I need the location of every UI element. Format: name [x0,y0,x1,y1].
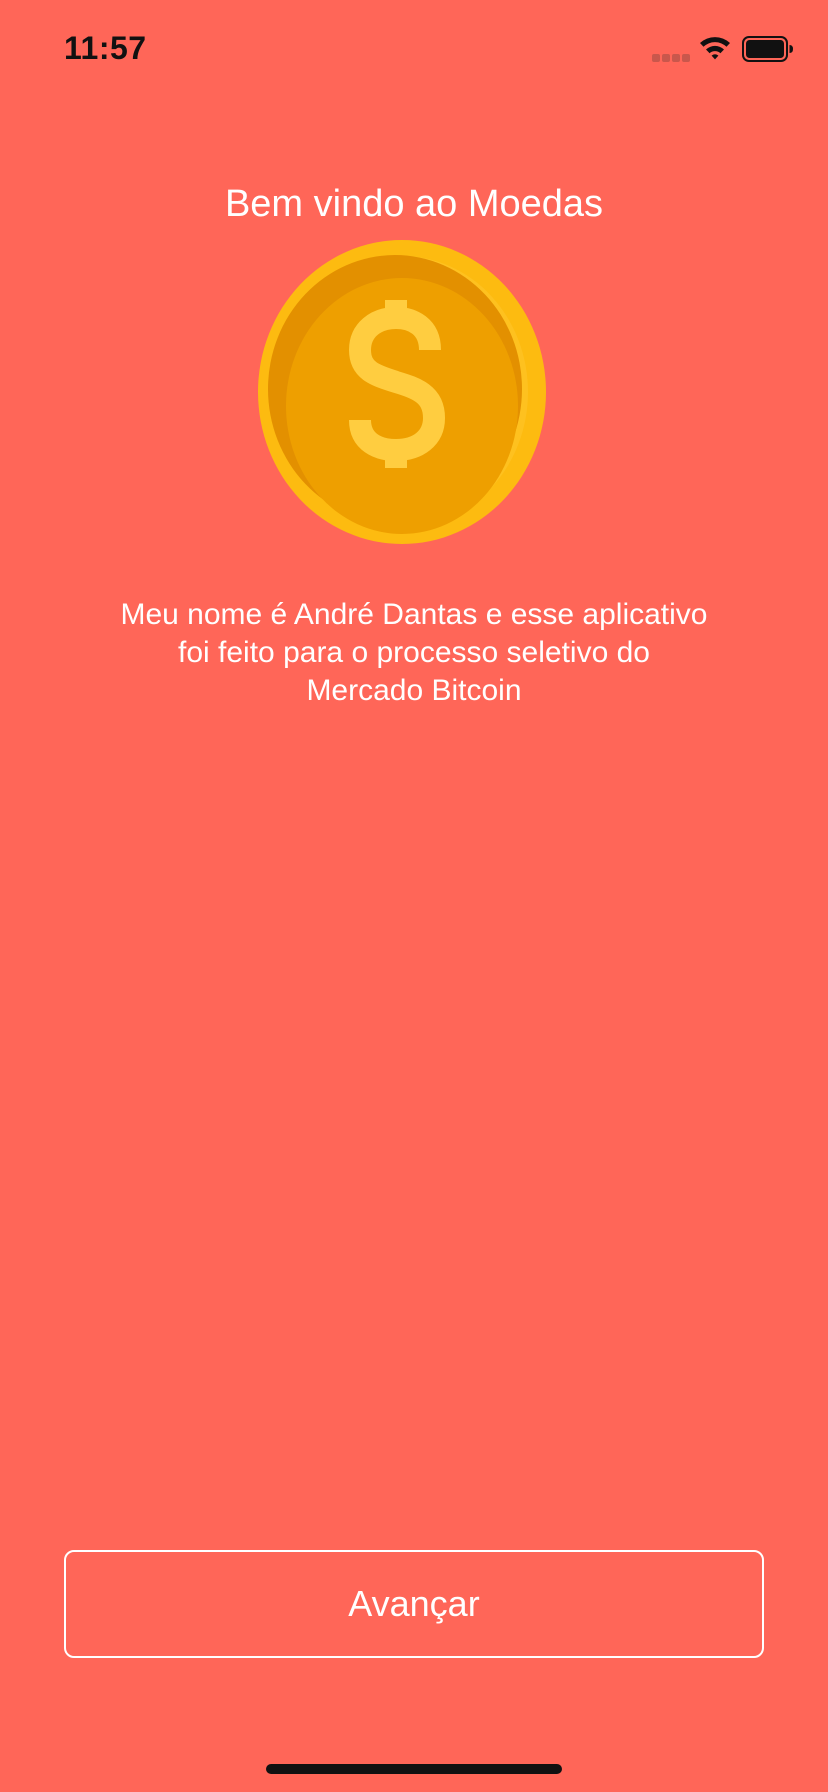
description-line: foi feito para o processo seletivo do [178,636,650,669]
page-title: Bem vindo ao Moedas [224,183,604,226]
status-bar: 11:57 [0,0,828,100]
home-indicator[interactable] [266,1764,562,1774]
wifi-icon [700,37,730,60]
welcome-description: Meu nome é André Dantas e esse aplicativ… [84,596,744,710]
cellular-signal-icon [652,54,690,62]
next-button-label: Avançar [348,1583,480,1624]
coin-dollar-icon [258,240,546,544]
battery-icon [742,36,793,62]
status-time: 11:57 [64,30,147,66]
description-line: Meu nome é André Dantas e esse aplicativ… [120,598,708,631]
next-button[interactable]: Avançar [64,1550,764,1658]
description-line: Mercado Bitcoin [306,674,522,707]
